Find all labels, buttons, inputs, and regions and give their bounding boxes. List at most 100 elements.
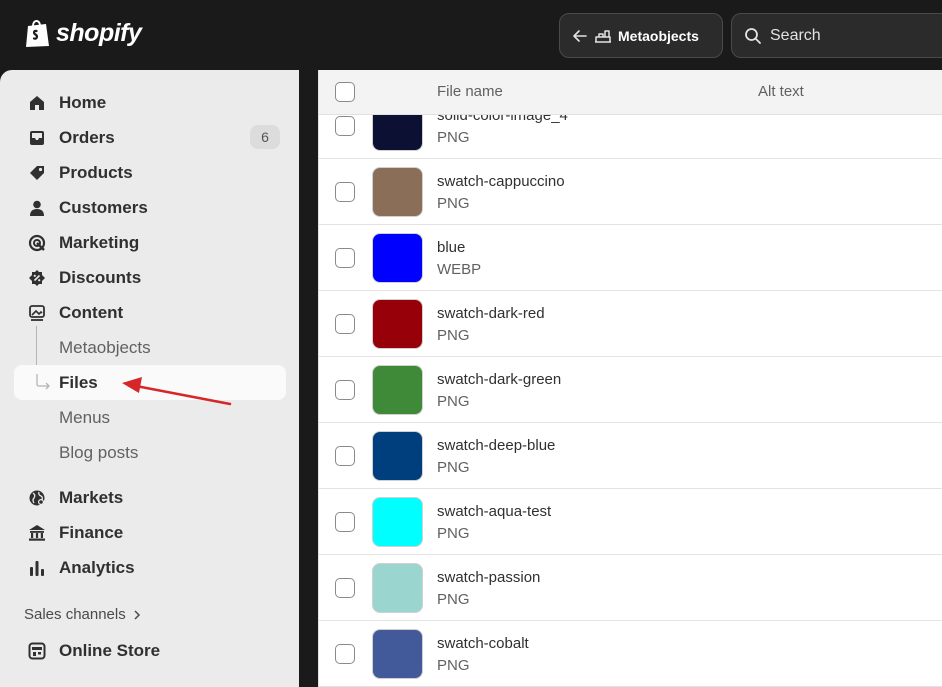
files-table: solid-color-image_4 PNG swatch-cappuccino P… bbox=[318, 70, 942, 687]
file-name[interactable]: swatch-deep-blue bbox=[437, 437, 555, 454]
tag-icon bbox=[27, 163, 47, 183]
file-type: WEBP bbox=[437, 261, 482, 278]
row-checkbox[interactable] bbox=[335, 644, 355, 664]
brand-name: shopify bbox=[56, 18, 142, 47]
home-icon bbox=[27, 93, 47, 113]
file-thumbnail[interactable] bbox=[372, 167, 423, 217]
sidebar-item-metaobjects[interactable]: Metaobjects bbox=[14, 330, 286, 365]
table-row[interactable]: swatch-dark-green PNG bbox=[319, 357, 942, 423]
row-checkbox[interactable] bbox=[335, 314, 355, 334]
store-icon bbox=[27, 641, 47, 661]
file-type: PNG bbox=[437, 129, 470, 146]
sales-channels-label: Sales channels bbox=[24, 606, 126, 623]
select-all-checkbox[interactable] bbox=[335, 82, 355, 102]
sidebar-item-label: Online Store bbox=[59, 640, 161, 660]
file-thumbnail[interactable] bbox=[372, 431, 423, 481]
sidebar-item-label: Home bbox=[59, 92, 107, 112]
file-thumbnail[interactable] bbox=[372, 563, 423, 613]
table-row[interactable]: swatch-cappuccino PNG bbox=[319, 159, 942, 225]
file-type: PNG bbox=[437, 657, 470, 674]
file-type: PNG bbox=[437, 195, 470, 212]
table-row[interactable]: swatch-cobalt PNG bbox=[319, 621, 942, 687]
orders-count-badge: 6 bbox=[250, 125, 280, 149]
row-checkbox[interactable] bbox=[335, 182, 355, 202]
sidebar-item-content[interactable]: Content bbox=[14, 295, 286, 330]
sidebar-item-discounts[interactable]: Discounts bbox=[14, 260, 286, 295]
table-header: File name Alt text bbox=[319, 70, 942, 115]
sidebar-item-online-store[interactable]: Online Store bbox=[14, 633, 286, 668]
globe-icon bbox=[27, 488, 47, 508]
file-thumbnail[interactable] bbox=[372, 629, 423, 679]
sidebar-item-orders[interactable]: Orders 6 bbox=[14, 120, 286, 155]
sidebar-item-label: Analytics bbox=[59, 557, 135, 577]
discount-icon bbox=[27, 268, 47, 288]
metaobjects-context-button[interactable]: Metaobjects bbox=[559, 13, 723, 58]
sidebar-item-label: Discounts bbox=[59, 267, 142, 287]
row-checkbox[interactable] bbox=[335, 116, 355, 136]
file-thumbnail[interactable] bbox=[372, 497, 423, 547]
sidebar: Home Orders 6 Products Customers Marketi… bbox=[0, 70, 299, 687]
file-type: PNG bbox=[437, 327, 470, 344]
table-row[interactable]: swatch-deep-blue PNG bbox=[319, 423, 942, 489]
sidebar-item-blog-posts[interactable]: Blog posts bbox=[14, 435, 286, 470]
row-checkbox[interactable] bbox=[335, 446, 355, 466]
sidebar-item-label: Blog posts bbox=[59, 442, 139, 462]
sidebar-item-markets[interactable]: Markets bbox=[14, 480, 286, 515]
column-header-file-name[interactable]: File name bbox=[437, 83, 503, 100]
column-header-alt-text[interactable]: Alt text bbox=[758, 83, 804, 100]
top-bar: shopify Metaobjects Search bbox=[0, 0, 942, 70]
sidebar-item-products[interactable]: Products bbox=[14, 155, 286, 190]
file-name[interactable]: swatch-cobalt bbox=[437, 635, 529, 652]
search-placeholder: Search bbox=[770, 26, 821, 44]
arrow-left-icon bbox=[573, 29, 587, 42]
sidebar-item-label: Finance bbox=[59, 522, 124, 542]
sidebar-item-label: Marketing bbox=[59, 232, 140, 252]
row-checkbox[interactable] bbox=[335, 512, 355, 532]
file-type: PNG bbox=[437, 393, 470, 410]
file-name[interactable]: swatch-aqua-test bbox=[437, 503, 551, 520]
sidebar-item-menus[interactable]: Menus bbox=[14, 400, 286, 435]
sidebar-item-label: Menus bbox=[59, 407, 111, 427]
row-checkbox[interactable] bbox=[335, 248, 355, 268]
row-checkbox[interactable] bbox=[335, 578, 355, 598]
sidebar-item-label: Orders bbox=[59, 127, 115, 147]
sidebar-item-home[interactable]: Home bbox=[14, 85, 286, 120]
target-icon bbox=[27, 233, 47, 253]
file-name[interactable]: swatch-passion bbox=[437, 569, 540, 586]
file-type: PNG bbox=[437, 591, 470, 608]
sidebar-item-finance[interactable]: Finance bbox=[14, 515, 286, 550]
file-name[interactable]: swatch-dark-green bbox=[437, 371, 561, 388]
file-thumbnail[interactable] bbox=[372, 365, 423, 415]
person-icon bbox=[27, 198, 47, 218]
file-name[interactable]: swatch-cappuccino bbox=[437, 173, 565, 190]
file-thumbnail[interactable] bbox=[372, 299, 423, 349]
image-icon bbox=[27, 303, 47, 323]
search-icon bbox=[745, 27, 761, 44]
chevron-right-icon bbox=[134, 609, 140, 620]
sidebar-item-label: Markets bbox=[59, 487, 124, 507]
sidebar-item-label: Customers bbox=[59, 197, 148, 217]
sidebar-item-customers[interactable]: Customers bbox=[14, 190, 286, 225]
sales-channels-header[interactable]: Sales channels bbox=[24, 606, 142, 623]
table-row[interactable]: swatch-aqua-test PNG bbox=[319, 489, 942, 555]
sidebar-item-files[interactable]: Files bbox=[14, 365, 286, 400]
file-name[interactable]: blue bbox=[437, 239, 465, 256]
search-bar[interactable]: Search bbox=[731, 13, 942, 58]
table-row[interactable]: swatch-passion PNG bbox=[319, 555, 942, 621]
table-row[interactable]: swatch-dark-red PNG bbox=[319, 291, 942, 357]
sidebar-item-marketing[interactable]: Marketing bbox=[14, 225, 286, 260]
table-row[interactable]: blue WEBP bbox=[319, 225, 942, 291]
sidebar-item-label: Products bbox=[59, 162, 133, 182]
row-checkbox[interactable] bbox=[335, 380, 355, 400]
file-thumbnail[interactable] bbox=[372, 233, 423, 283]
shopify-logo[interactable]: shopify bbox=[24, 18, 142, 48]
file-name[interactable]: swatch-dark-red bbox=[437, 305, 545, 322]
inbox-icon bbox=[27, 128, 47, 148]
file-type: PNG bbox=[437, 459, 470, 476]
metaobjects-label: Metaobjects bbox=[618, 27, 699, 44]
bank-icon bbox=[27, 523, 47, 543]
metaobject-icon bbox=[595, 29, 611, 43]
sidebar-item-label: Files bbox=[59, 372, 98, 392]
sidebar-item-analytics[interactable]: Analytics bbox=[14, 550, 286, 585]
sidebar-item-label: Metaobjects bbox=[59, 337, 151, 357]
